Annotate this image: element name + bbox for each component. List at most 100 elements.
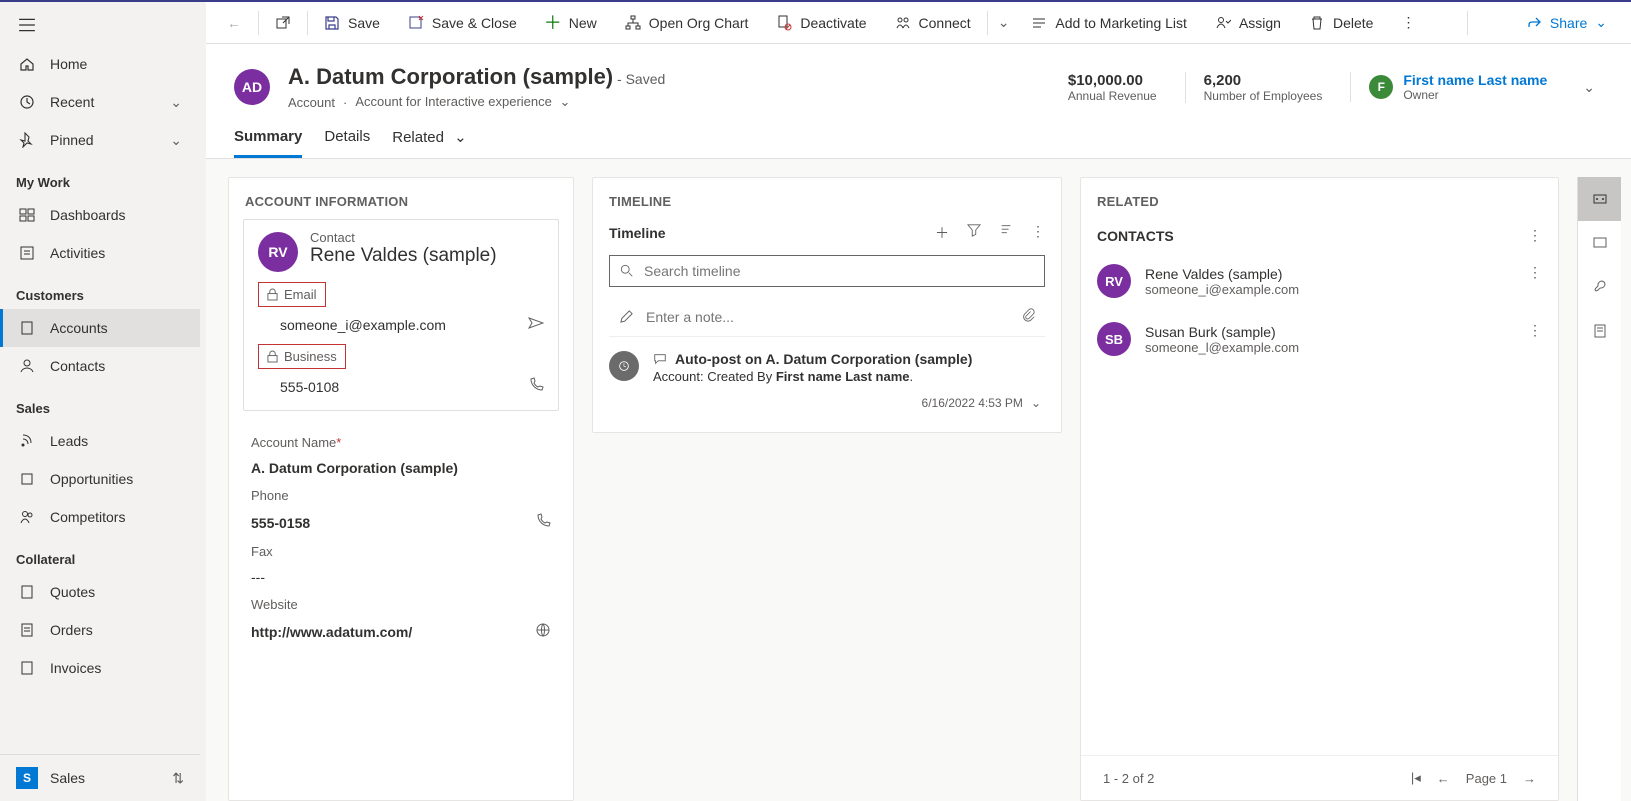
open-org-chart-button[interactable]: Open Org Chart <box>611 2 763 43</box>
stat-revenue[interactable]: $10,000.00 Annual Revenue <box>1068 72 1157 103</box>
tab-summary[interactable]: Summary <box>234 128 302 158</box>
list-icon <box>1031 15 1047 31</box>
new-button[interactable]: ＋New <box>531 2 611 43</box>
related-contact-item[interactable]: RV Rene Valdes (sample) someone_i@exampl… <box>1081 252 1558 310</box>
sitemap-sidebar: Home Recent ⌄ Pinned ⌄ My Work Dashboard… <box>0 2 200 801</box>
nav-orders-label: Orders <box>50 622 93 638</box>
sitemap-toggle[interactable] <box>0 8 200 45</box>
timeline-search[interactable] <box>609 255 1045 287</box>
timeline-item[interactable]: Auto-post on A. Datum Corporation (sampl… <box>593 337 1061 390</box>
open-new-window-button[interactable] <box>261 2 305 43</box>
nav-home[interactable]: Home <box>0 45 200 83</box>
back-button[interactable]: ← <box>212 2 256 43</box>
nav-accounts-label: Accounts <box>50 320 108 336</box>
more-vertical-icon: ⋮ <box>1401 14 1415 31</box>
field-phone[interactable]: Phone 555-0158 <box>229 478 573 534</box>
lock-icon <box>267 350 278 363</box>
timeline-search-input[interactable] <box>644 263 1034 279</box>
contact-item-more[interactable]: ⋮ <box>1528 322 1542 339</box>
globe-icon[interactable] <box>535 622 551 641</box>
rail-panel-2[interactable] <box>1578 221 1621 265</box>
timeline-more-button[interactable]: ⋮ <box>1031 223 1045 243</box>
chevron-down-icon[interactable]: ⌄ <box>1031 396 1041 410</box>
orders-icon <box>18 621 36 639</box>
delete-button[interactable]: Delete <box>1295 2 1387 43</box>
orgchart-icon <box>625 15 641 31</box>
lock-icon <box>267 288 278 301</box>
related-more-button[interactable]: ⋮ <box>1528 227 1542 244</box>
chevron-down-icon: ⌄ <box>560 94 571 109</box>
nav-competitors-label: Competitors <box>50 509 125 525</box>
stat-owner[interactable]: F First name Last name Owner <box>1350 72 1547 102</box>
tab-details[interactable]: Details <box>324 128 370 158</box>
rail-panel-4[interactable] <box>1578 309 1621 353</box>
area-switcher[interactable]: S Sales ⇅ <box>0 754 200 801</box>
contact-avatar: RV <box>1097 264 1131 298</box>
area-label: Sales <box>50 770 85 786</box>
nav-home-label: Home <box>50 56 87 72</box>
nav-dashboards-label: Dashboards <box>50 207 126 223</box>
save-close-button[interactable]: Save & Close <box>394 2 531 43</box>
field-website[interactable]: Website http://www.adatum.com/ <box>229 587 573 643</box>
send-email-icon[interactable] <box>528 315 544 334</box>
nav-dashboards[interactable]: Dashboards <box>0 196 200 234</box>
timeline-add-button[interactable]: ＋ <box>935 223 949 243</box>
pager-page: Page 1 <box>1466 771 1507 786</box>
nav-invoices[interactable]: Invoices <box>0 649 200 687</box>
share-button[interactable]: Share ⌄ <box>1508 14 1625 31</box>
nav-leads[interactable]: Leads <box>0 422 200 460</box>
hamburger-icon <box>18 16 36 34</box>
overflow-button[interactable]: ⋮ <box>1387 2 1429 43</box>
form-selector[interactable]: Account for Interactive experience ⌄ <box>355 94 570 110</box>
account-information-section: ACCOUNT INFORMATION RV Contact Rene Vald… <box>228 177 574 801</box>
nav-pinned[interactable]: Pinned ⌄ <box>0 121 200 159</box>
nav-opportunities[interactable]: Opportunities <box>0 460 200 498</box>
timeline-note-row[interactable] <box>609 297 1045 337</box>
timeline-filter-button[interactable] <box>967 223 981 243</box>
nav-accounts[interactable]: Accounts <box>0 309 200 347</box>
deactivate-button[interactable]: Deactivate <box>762 2 880 43</box>
nav-activities[interactable]: Activities <box>0 234 200 272</box>
stat-employees[interactable]: 6,200 Number of Employees <box>1185 72 1323 103</box>
nav-quotes[interactable]: Quotes <box>0 573 200 611</box>
pager-range: 1 - 2 of 2 <box>1103 771 1154 786</box>
nav-opportunities-label: Opportunities <box>50 471 133 487</box>
nav-contacts[interactable]: Contacts <box>0 347 200 385</box>
call-icon[interactable] <box>535 513 551 532</box>
connect-button[interactable]: Connect <box>881 2 985 43</box>
chevron-down-icon: ⌄ <box>1583 79 1595 95</box>
owner-name: First name Last name <box>1403 72 1547 88</box>
tab-related[interactable]: Related ⌄ <box>392 128 466 158</box>
contact-item-more[interactable]: ⋮ <box>1528 264 1542 281</box>
competitors-icon <box>18 508 36 526</box>
attachment-icon[interactable] <box>1021 307 1035 326</box>
header-expand[interactable]: ⌄ <box>1575 79 1603 96</box>
rail-assistant[interactable] <box>1578 177 1621 221</box>
contact-name: Rene Valdes (sample) <box>310 245 497 267</box>
owner-avatar: F <box>1369 75 1393 99</box>
save-button[interactable]: Save <box>310 2 394 43</box>
nav-recent[interactable]: Recent ⌄ <box>0 83 200 121</box>
timeline-sort-button[interactable] <box>999 223 1013 243</box>
connect-split-button[interactable]: ⌄ <box>990 2 1018 43</box>
pager-prev[interactable]: ← <box>1437 771 1450 786</box>
pager-next[interactable]: → <box>1523 771 1536 786</box>
nav-competitors[interactable]: Competitors <box>0 498 200 536</box>
call-icon[interactable] <box>528 377 544 396</box>
related-contact-item[interactable]: SB Susan Burk (sample) someone_l@example… <box>1081 310 1558 368</box>
chevron-down-icon: ⌄ <box>998 14 1010 31</box>
field-account-name[interactable]: Account Name* A. Datum Corporation (samp… <box>229 425 573 478</box>
note-input[interactable] <box>646 309 1009 325</box>
field-fax[interactable]: Fax --- <box>229 534 573 587</box>
add-to-marketing-list-button[interactable]: Add to Marketing List <box>1017 2 1201 43</box>
primary-contact-card[interactable]: RV Contact Rene Valdes (sample) Email so… <box>243 219 559 411</box>
email-value: someone_i@example.com <box>280 317 446 333</box>
autopost-title: Auto-post on A. Datum Corporation (sampl… <box>675 351 972 367</box>
assign-button[interactable]: Assign <box>1201 2 1295 43</box>
contact-avatar: RV <box>258 232 298 272</box>
record-avatar: AD <box>234 69 270 105</box>
pager-first[interactable]: |◂ <box>1411 770 1421 786</box>
email-field-label: Email <box>258 282 326 307</box>
rail-panel-3[interactable] <box>1578 265 1621 309</box>
nav-orders[interactable]: Orders <box>0 611 200 649</box>
